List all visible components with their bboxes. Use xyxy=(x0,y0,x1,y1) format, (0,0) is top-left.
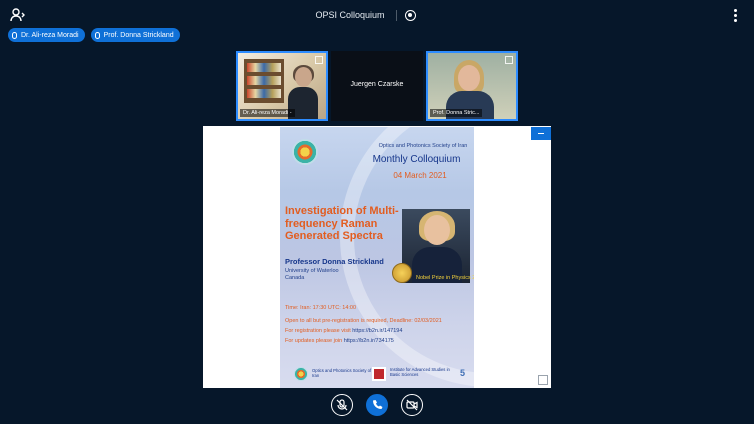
control-bar xyxy=(331,394,423,416)
camera-off-icon xyxy=(402,395,422,415)
updates-label: For updates please join xyxy=(285,338,344,344)
divider xyxy=(396,10,397,21)
affiliation-line: Canada xyxy=(285,275,305,281)
poster-talk-title: Investigation of Multi-frequency Raman G… xyxy=(285,205,399,242)
registration-label: For registration please visit xyxy=(285,328,353,334)
leave-audio-button[interactable] xyxy=(366,394,388,416)
poster-time: Time: Iran: 17:30 UTC: 14:00 xyxy=(285,305,357,311)
poster-affiliation: University of Waterloo Canada xyxy=(285,268,339,282)
talker-donna-strickland[interactable]: Prof. Donna Strickland xyxy=(90,28,180,42)
footer-number: 5 xyxy=(460,368,466,378)
mic-icon xyxy=(94,31,100,39)
bookshelf xyxy=(244,59,284,103)
video-tile-donna-strickland[interactable]: Prof. Donna Stric... xyxy=(426,51,518,121)
video-tile-juergen-czarske[interactable]: Juergen Czarske xyxy=(331,51,423,121)
video-name-label: Dr. Ali-reza Moradi - xyxy=(240,109,295,117)
talker-ali-reza-moradi[interactable]: Dr. Ali-reza Moradi xyxy=(8,28,85,42)
colloquium-poster: Optics and Photonics Society of Iran Mon… xyxy=(280,127,474,388)
updates-line: For updates please join https://b2n.ir/7… xyxy=(285,338,394,344)
nobel-label: Nobel Prize in Physics 2018 xyxy=(416,275,474,281)
poster-speaker: Professor Donna Strickland xyxy=(285,257,384,266)
mute-icon xyxy=(332,395,352,415)
top-bar: OPSI Colloquium xyxy=(0,0,754,30)
share-camera-button[interactable] xyxy=(401,394,423,416)
video-name-label: Prof. Donna Stric... xyxy=(430,109,483,117)
registration-note: Open to all but pre-registration is requ… xyxy=(285,318,442,324)
talker-name: Prof. Donna Strickland xyxy=(103,31,174,39)
expand-icon[interactable] xyxy=(505,56,513,64)
record-icon[interactable] xyxy=(405,10,416,21)
talker-name: Dr. Ali-reza Moradi xyxy=(21,31,79,39)
society-logo xyxy=(292,139,318,165)
footer-institute: Institute for Advanced Studies in Basic … xyxy=(390,367,450,377)
phone-icon xyxy=(367,395,387,415)
options-icon[interactable] xyxy=(734,9,738,22)
users-icon[interactable] xyxy=(10,8,26,22)
video-name-label: Juergen Czarske xyxy=(350,81,404,88)
meeting-title: OPSI Colloquium xyxy=(315,10,385,20)
expand-icon[interactable] xyxy=(315,56,323,64)
registration-line: For registration please visit https://b2… xyxy=(285,328,402,334)
video-tile-ali-reza-moradi[interactable]: Dr. Ali-reza Moradi - xyxy=(236,51,328,121)
footer-society: Optics and Photonics Society of Iran xyxy=(312,368,372,378)
updates-link[interactable]: https://b2n.ir/734175 xyxy=(344,338,394,344)
talking-indicators: Dr. Ali-reza Moradi Prof. Donna Strickla… xyxy=(8,28,180,42)
registration-link[interactable]: https://b2n.ir/147194 xyxy=(352,328,402,334)
poster-series: Monthly Colloquium xyxy=(372,154,461,165)
poster-society: Optics and Photonics Society of Iran xyxy=(378,143,468,149)
speaker-photo xyxy=(402,209,470,283)
institute-logo xyxy=(372,367,386,381)
affiliation-line: University of Waterloo xyxy=(285,268,339,274)
minimize-icon[interactable] xyxy=(531,127,551,140)
mute-button[interactable] xyxy=(331,394,353,416)
poster-date: 04 March 2021 xyxy=(393,171,447,180)
nobel-medal xyxy=(392,263,412,283)
fullscreen-icon[interactable] xyxy=(538,375,548,385)
mic-icon xyxy=(12,31,17,39)
society-logo-small xyxy=(294,367,308,381)
